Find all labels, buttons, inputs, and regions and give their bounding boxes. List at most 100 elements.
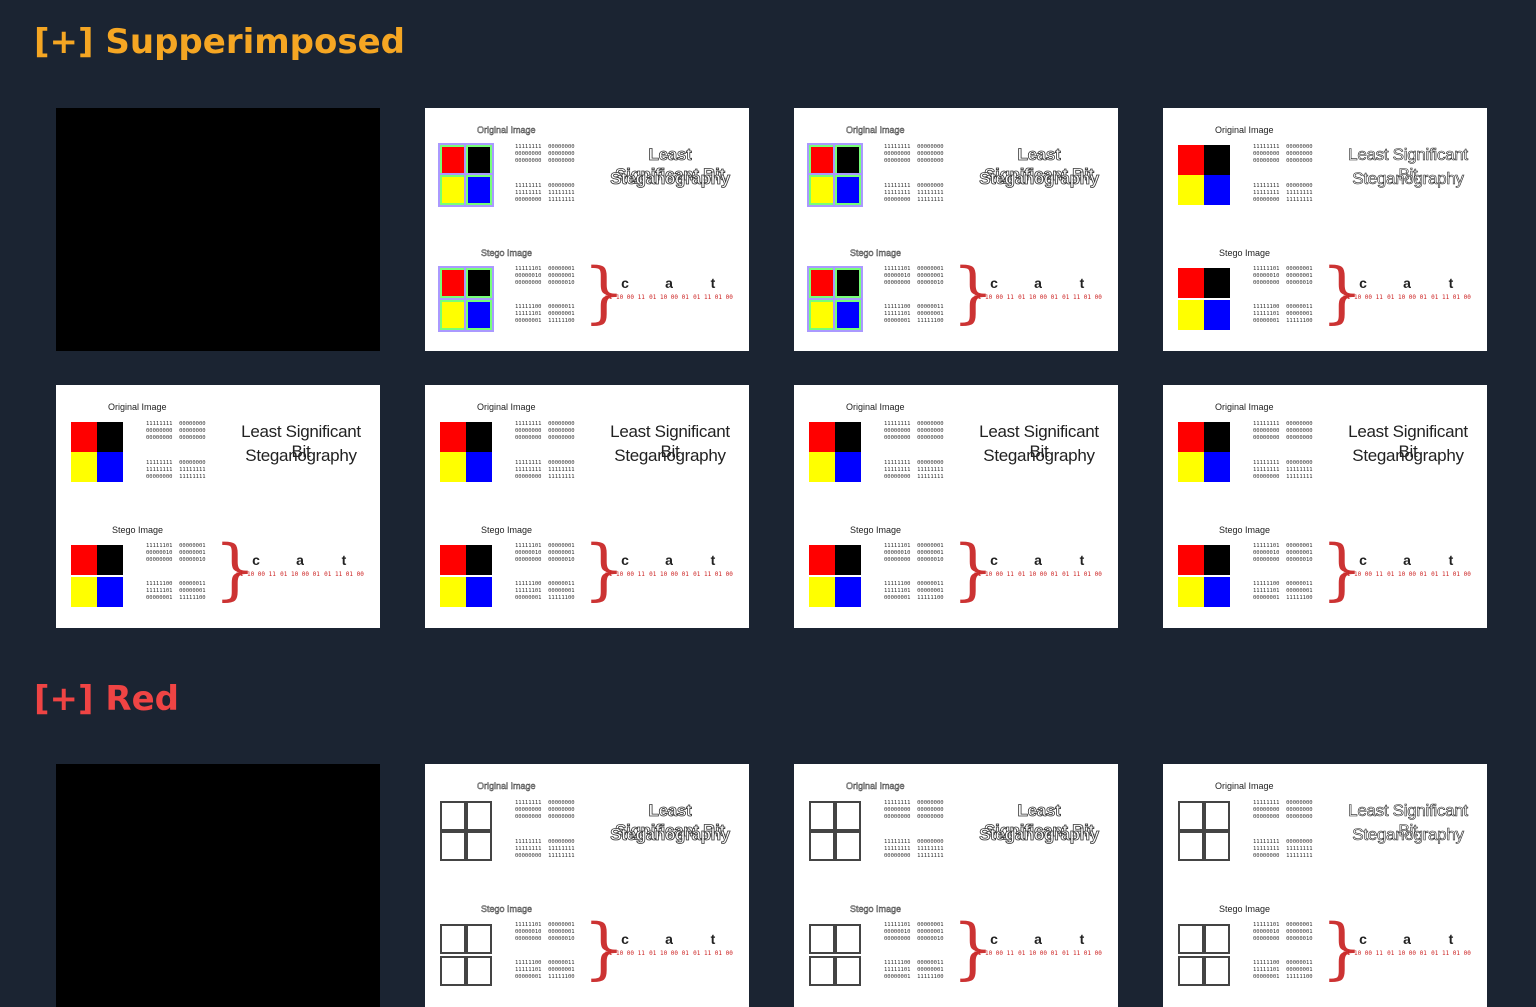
message-letter: a — [296, 552, 304, 568]
message-letter: a — [1034, 552, 1042, 568]
message-letter: c — [1359, 275, 1367, 291]
pixel-square — [97, 577, 123, 607]
image-tile[interactable]: Original Image 11111111 00000000 00000000… — [1163, 385, 1487, 628]
slide-title-line-2: Steganography — [614, 446, 726, 465]
message-letter: c — [1359, 552, 1367, 568]
pixel-square — [97, 422, 123, 452]
pixel-square — [835, 801, 861, 831]
pixel-square — [440, 545, 466, 575]
pixel-square — [1204, 452, 1230, 482]
image-tile[interactable]: Original Image 11111111 00000000 00000000… — [1163, 108, 1487, 351]
brace-icon: } — [1321, 254, 1363, 331]
original-image-label: Original Image — [846, 781, 905, 792]
pixel-square — [440, 422, 466, 452]
image-tile[interactable]: Original Image 11111111 00000000 00000000… — [425, 108, 749, 351]
original-bits-top: 11111111 00000000 00000000 00000000 0000… — [1253, 144, 1313, 164]
message-letter: t — [1079, 275, 1085, 291]
pixel-square — [809, 956, 835, 986]
message-letter-bits: 01 10 00 01 — [1018, 950, 1058, 957]
section-title-supperimposed[interactable]: [+] Supperimposed — [34, 22, 405, 62]
image-tile[interactable] — [56, 764, 380, 1007]
pixel-square — [835, 956, 861, 986]
image-tile[interactable]: Original Image 11111111 00000000 00000000… — [794, 764, 1118, 1007]
brace-icon: } — [583, 910, 625, 987]
pixel-square — [466, 422, 492, 452]
stego-bits-bottom: 11111100 00000011 11111101 00000001 0000… — [146, 581, 206, 601]
message-letter: a — [1403, 552, 1411, 568]
message-letter-bits: 01 10 00 01 — [649, 571, 689, 578]
message-letter: t — [710, 931, 716, 947]
pixel-square — [440, 452, 466, 482]
message-letter: t — [1448, 275, 1454, 291]
original-bits-top: 11111111 00000000 00000000 00000000 0000… — [884, 800, 944, 820]
message-letter: t — [341, 552, 347, 568]
pixel-square — [1204, 422, 1230, 452]
message-letter-bits: 01 11 01 00 — [693, 950, 733, 957]
message-letter-bits: 01 10 00 11 — [974, 294, 1014, 301]
pixel-square — [97, 545, 123, 575]
message-letter: c — [990, 275, 998, 291]
message-letter-bits: 01 10 00 01 — [1018, 571, 1058, 578]
brace-icon: } — [583, 254, 625, 331]
message-letter-bits: 01 10 00 01 — [1387, 571, 1427, 578]
pixel-square — [1178, 145, 1204, 175]
original-image-label: Original Image — [108, 402, 167, 412]
section-title-red[interactable]: [+] Red — [34, 679, 179, 719]
message-letter-bits: 01 10 00 11 — [605, 294, 645, 301]
pixel-square — [835, 831, 861, 861]
pixel-square — [466, 956, 492, 986]
stego-image-label: Stego Image — [481, 248, 533, 259]
original-image-label: Original Image — [477, 125, 536, 136]
message-letter: c — [990, 552, 998, 568]
pixel-square — [466, 831, 492, 861]
pixel-square — [466, 577, 492, 607]
pixel-square — [440, 924, 466, 954]
pixel-square — [809, 452, 835, 482]
stego-bits-bottom: 11111100 00000011 11111101 00000001 0000… — [884, 304, 944, 324]
pixel-square — [835, 300, 861, 330]
message-letter: t — [710, 275, 716, 291]
image-tile[interactable]: Original Image 11111111 00000000 00000000… — [56, 385, 380, 628]
image-tile[interactable]: Original Image 11111111 00000000 00000000… — [1163, 764, 1487, 1007]
image-tile[interactable] — [56, 108, 380, 351]
pixel-square — [1204, 300, 1230, 330]
original-image-label: Original Image — [477, 402, 536, 412]
pixel-square — [809, 545, 835, 575]
message-letter: c — [621, 931, 629, 947]
message-letter-bits: 01 11 01 00 — [1062, 950, 1102, 957]
pixel-square — [466, 545, 492, 575]
slide-title-line-2: Steganography — [1352, 169, 1464, 189]
image-tile[interactable]: Original Image 11111111 00000000 00000000… — [794, 385, 1118, 628]
slide-title-line-2: Steganography — [1352, 446, 1464, 465]
stego-bits-top: 11111101 00000001 00000010 00000001 0000… — [515, 266, 575, 286]
pixel-square — [1178, 831, 1204, 861]
stego-bits-bottom: 11111100 00000011 11111101 00000001 0000… — [515, 960, 575, 980]
brace-icon: } — [1321, 531, 1363, 608]
slide-title-line-2: Steganography — [979, 825, 1100, 845]
message-letter: c — [1359, 931, 1367, 947]
pixel-square — [1204, 545, 1230, 575]
image-tile[interactable]: Original Image 11111111 00000000 00000000… — [794, 108, 1118, 351]
message-letter-bits: 01 11 01 00 — [1062, 571, 1102, 578]
image-tile[interactable]: Original Image 11111111 00000000 00000000… — [425, 385, 749, 628]
pixel-square — [466, 452, 492, 482]
message-letter: t — [1079, 552, 1085, 568]
message-letter: a — [665, 552, 673, 568]
pixel-square — [1204, 268, 1230, 298]
pixel-square — [1204, 145, 1230, 175]
image-tile[interactable]: Original Image 11111111 00000000 00000000… — [425, 764, 749, 1007]
pixel-square — [1204, 577, 1230, 607]
pixel-square — [466, 924, 492, 954]
pixel-square — [71, 545, 97, 575]
message-letter-bits: 01 10 00 11 — [974, 950, 1014, 957]
brace-icon: } — [952, 910, 994, 987]
pixel-square — [835, 924, 861, 954]
stego-image-label: Stego Image — [1219, 248, 1271, 258]
pixel-square — [809, 175, 835, 205]
pixel-square — [1204, 831, 1230, 861]
stego-image-label: Stego Image — [850, 525, 902, 535]
original-bits-bottom: 11111111 00000000 11111111 11111111 0000… — [515, 839, 575, 859]
pixel-square — [466, 268, 492, 298]
pixel-square — [1178, 801, 1204, 831]
original-bits-bottom: 11111111 00000000 11111111 11111111 0000… — [515, 183, 575, 203]
